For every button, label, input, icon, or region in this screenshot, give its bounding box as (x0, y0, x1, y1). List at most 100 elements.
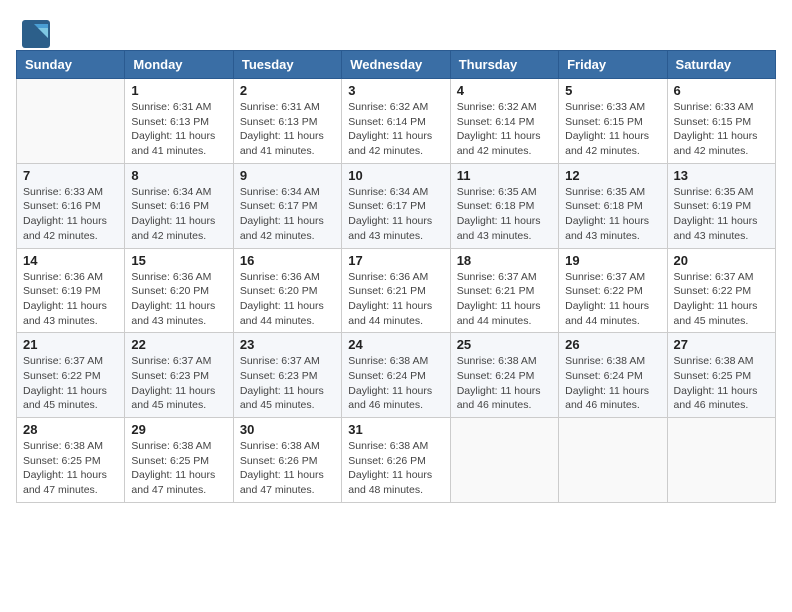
day-number: 30 (240, 422, 335, 437)
calendar-cell: 12Sunrise: 6:35 AM Sunset: 6:18 PM Dayli… (559, 163, 667, 248)
day-info: Sunrise: 6:37 AM Sunset: 6:21 PM Dayligh… (457, 270, 552, 329)
calendar-cell: 22 Sunrise: 6:37 AM Sunset: 6:23 PM Dayli… (125, 333, 233, 418)
calendar-week-3: 14 Sunrise: 6:36 AM Sunset: 6:19 PM Dayli… (17, 248, 776, 333)
calendar-cell: 3 Sunrise: 6:32 AM Sunset: 6:14 PM Daylig… (342, 79, 450, 164)
day-number: 28 (23, 422, 118, 437)
day-info: Sunrise: 6:32 AM Sunset: 6:14 PM Dayligh… (348, 100, 443, 159)
day-info: Sunrise: 6:34 AM Sunset: 6:16 PM Dayligh… (131, 185, 226, 244)
day-number: 17 (348, 253, 443, 268)
day-info: Sunrise: 6:38 AM Sunset: 6:26 PM Dayligh… (240, 439, 335, 498)
day-number: 3 (348, 83, 443, 98)
day-number: 31 (348, 422, 443, 437)
calendar-cell (667, 418, 775, 503)
day-info: Sunrise: 6:34 AM Sunset: 6:17 PM Dayligh… (240, 185, 335, 244)
calendar-cell: 8 Sunrise: 6:34 AM Sunset: 6:16 PM Daylig… (125, 163, 233, 248)
day-info: Sunrise: 6:38 AM Sunset: 6:24 PM Dayligh… (348, 354, 443, 413)
day-info: Sunrise: 6:37 AM Sunset: 6:22 PM Dayligh… (23, 354, 118, 413)
calendar-cell: 18 Sunrise: 6:37 AM Sunset: 6:21 PM Dayli… (450, 248, 558, 333)
day-info: Sunrise: 6:33 AM Sunset: 6:15 PM Dayligh… (674, 100, 769, 159)
day-number: 5 (565, 83, 660, 98)
calendar-cell: 11 Sunrise: 6:35 AM Sunset: 6:18 PM Dayli… (450, 163, 558, 248)
day-number: 18 (457, 253, 552, 268)
calendar-cell (17, 79, 125, 164)
calendar-cell: 7 Sunrise: 6:33 AM Sunset: 6:16 PM Daylig… (17, 163, 125, 248)
day-number: 4 (457, 83, 552, 98)
day-info: Sunrise: 6:31 AM Sunset: 6:13 PM Dayligh… (240, 100, 335, 159)
day-info: Sunrise: 6:32 AM Sunset: 6:14 PM Dayligh… (457, 100, 552, 159)
calendar-cell: 19 Sunrise: 6:37 AM Sunset: 6:22 PM Dayli… (559, 248, 667, 333)
day-number: 19 (565, 253, 660, 268)
calendar-cell: 5Sunrise: 6:33 AM Sunset: 6:15 PM Daylig… (559, 79, 667, 164)
calendar: SundayMondayTuesdayWednesdayThursdayFrid… (10, 50, 782, 503)
day-number: 7 (23, 168, 118, 183)
calendar-cell: 15Sunrise: 6:36 AM Sunset: 6:20 PM Dayli… (125, 248, 233, 333)
calendar-cell: 20Sunrise: 6:37 AM Sunset: 6:22 PM Dayli… (667, 248, 775, 333)
calendar-cell (559, 418, 667, 503)
calendar-cell: 2 Sunrise: 6:31 AM Sunset: 6:13 PM Daylig… (233, 79, 341, 164)
day-number: 13 (674, 168, 769, 183)
calendar-cell: 4 Sunrise: 6:32 AM Sunset: 6:14 PM Daylig… (450, 79, 558, 164)
day-number: 29 (131, 422, 226, 437)
page-header (10, 10, 782, 50)
day-info: Sunrise: 6:37 AM Sunset: 6:23 PM Dayligh… (131, 354, 226, 413)
calendar-cell: 6 Sunrise: 6:33 AM Sunset: 6:15 PM Daylig… (667, 79, 775, 164)
day-number: 8 (131, 168, 226, 183)
calendar-cell: 21 Sunrise: 6:37 AM Sunset: 6:22 PM Dayli… (17, 333, 125, 418)
calendar-cell: 31 Sunrise: 6:38 AM Sunset: 6:26 PM Dayli… (342, 418, 450, 503)
weekday-header-friday: Friday (559, 51, 667, 79)
weekday-header-sunday: Sunday (17, 51, 125, 79)
day-info: Sunrise: 6:35 AM Sunset: 6:18 PM Dayligh… (565, 185, 660, 244)
day-info: Sunrise: 6:36 AM Sunset: 6:19 PM Dayligh… (23, 270, 118, 329)
calendar-cell: 23 Sunrise: 6:37 AM Sunset: 6:23 PM Dayli… (233, 333, 341, 418)
day-info: Sunrise: 6:36 AM Sunset: 6:21 PM Dayligh… (348, 270, 443, 329)
calendar-cell: 17 Sunrise: 6:36 AM Sunset: 6:21 PM Dayli… (342, 248, 450, 333)
calendar-week-2: 7 Sunrise: 6:33 AM Sunset: 6:16 PM Daylig… (17, 163, 776, 248)
day-number: 20 (674, 253, 769, 268)
day-number: 23 (240, 337, 335, 352)
calendar-cell: 28Sunrise: 6:38 AM Sunset: 6:25 PM Dayli… (17, 418, 125, 503)
day-info: Sunrise: 6:37 AM Sunset: 6:22 PM Dayligh… (565, 270, 660, 329)
calendar-cell: 30 Sunrise: 6:38 AM Sunset: 6:26 PM Dayli… (233, 418, 341, 503)
day-number: 6 (674, 83, 769, 98)
day-number: 25 (457, 337, 552, 352)
weekday-header-saturday: Saturday (667, 51, 775, 79)
day-number: 21 (23, 337, 118, 352)
calendar-cell: 1Sunrise: 6:31 AM Sunset: 6:13 PM Daylig… (125, 79, 233, 164)
day-info: Sunrise: 6:36 AM Sunset: 6:20 PM Dayligh… (240, 270, 335, 329)
calendar-week-1: 1Sunrise: 6:31 AM Sunset: 6:13 PM Daylig… (17, 79, 776, 164)
calendar-cell: 14 Sunrise: 6:36 AM Sunset: 6:19 PM Dayli… (17, 248, 125, 333)
day-info: Sunrise: 6:38 AM Sunset: 6:24 PM Dayligh… (457, 354, 552, 413)
calendar-cell: 29 Sunrise: 6:38 AM Sunset: 6:25 PM Dayli… (125, 418, 233, 503)
day-info: Sunrise: 6:34 AM Sunset: 6:17 PM Dayligh… (348, 185, 443, 244)
calendar-cell (450, 418, 558, 503)
day-number: 9 (240, 168, 335, 183)
day-info: Sunrise: 6:31 AM Sunset: 6:13 PM Dayligh… (131, 100, 226, 159)
calendar-cell: 24 Sunrise: 6:38 AM Sunset: 6:24 PM Dayli… (342, 333, 450, 418)
day-number: 2 (240, 83, 335, 98)
day-info: Sunrise: 6:36 AM Sunset: 6:20 PM Dayligh… (131, 270, 226, 329)
weekday-header-monday: Monday (125, 51, 233, 79)
day-number: 14 (23, 253, 118, 268)
day-info: Sunrise: 6:33 AM Sunset: 6:16 PM Dayligh… (23, 185, 118, 244)
day-number: 24 (348, 337, 443, 352)
weekday-header-tuesday: Tuesday (233, 51, 341, 79)
day-info: Sunrise: 6:38 AM Sunset: 6:25 PM Dayligh… (674, 354, 769, 413)
calendar-cell: 10Sunrise: 6:34 AM Sunset: 6:17 PM Dayli… (342, 163, 450, 248)
logo-icon (20, 18, 48, 46)
day-info: Sunrise: 6:35 AM Sunset: 6:18 PM Dayligh… (457, 185, 552, 244)
calendar-cell: 16Sunrise: 6:36 AM Sunset: 6:20 PM Dayli… (233, 248, 341, 333)
weekday-header-wednesday: Wednesday (342, 51, 450, 79)
day-info: Sunrise: 6:38 AM Sunset: 6:24 PM Dayligh… (565, 354, 660, 413)
calendar-cell: 25 Sunrise: 6:38 AM Sunset: 6:24 PM Dayli… (450, 333, 558, 418)
calendar-cell: 26 Sunrise: 6:38 AM Sunset: 6:24 PM Dayli… (559, 333, 667, 418)
day-number: 11 (457, 168, 552, 183)
day-info: Sunrise: 6:38 AM Sunset: 6:26 PM Dayligh… (348, 439, 443, 498)
weekday-header-thursday: Thursday (450, 51, 558, 79)
calendar-week-4: 21 Sunrise: 6:37 AM Sunset: 6:22 PM Dayli… (17, 333, 776, 418)
logo (20, 18, 52, 46)
day-info: Sunrise: 6:37 AM Sunset: 6:23 PM Dayligh… (240, 354, 335, 413)
calendar-cell: 9 Sunrise: 6:34 AM Sunset: 6:17 PM Daylig… (233, 163, 341, 248)
day-number: 26 (565, 337, 660, 352)
day-number: 22 (131, 337, 226, 352)
day-info: Sunrise: 6:38 AM Sunset: 6:25 PM Dayligh… (131, 439, 226, 498)
